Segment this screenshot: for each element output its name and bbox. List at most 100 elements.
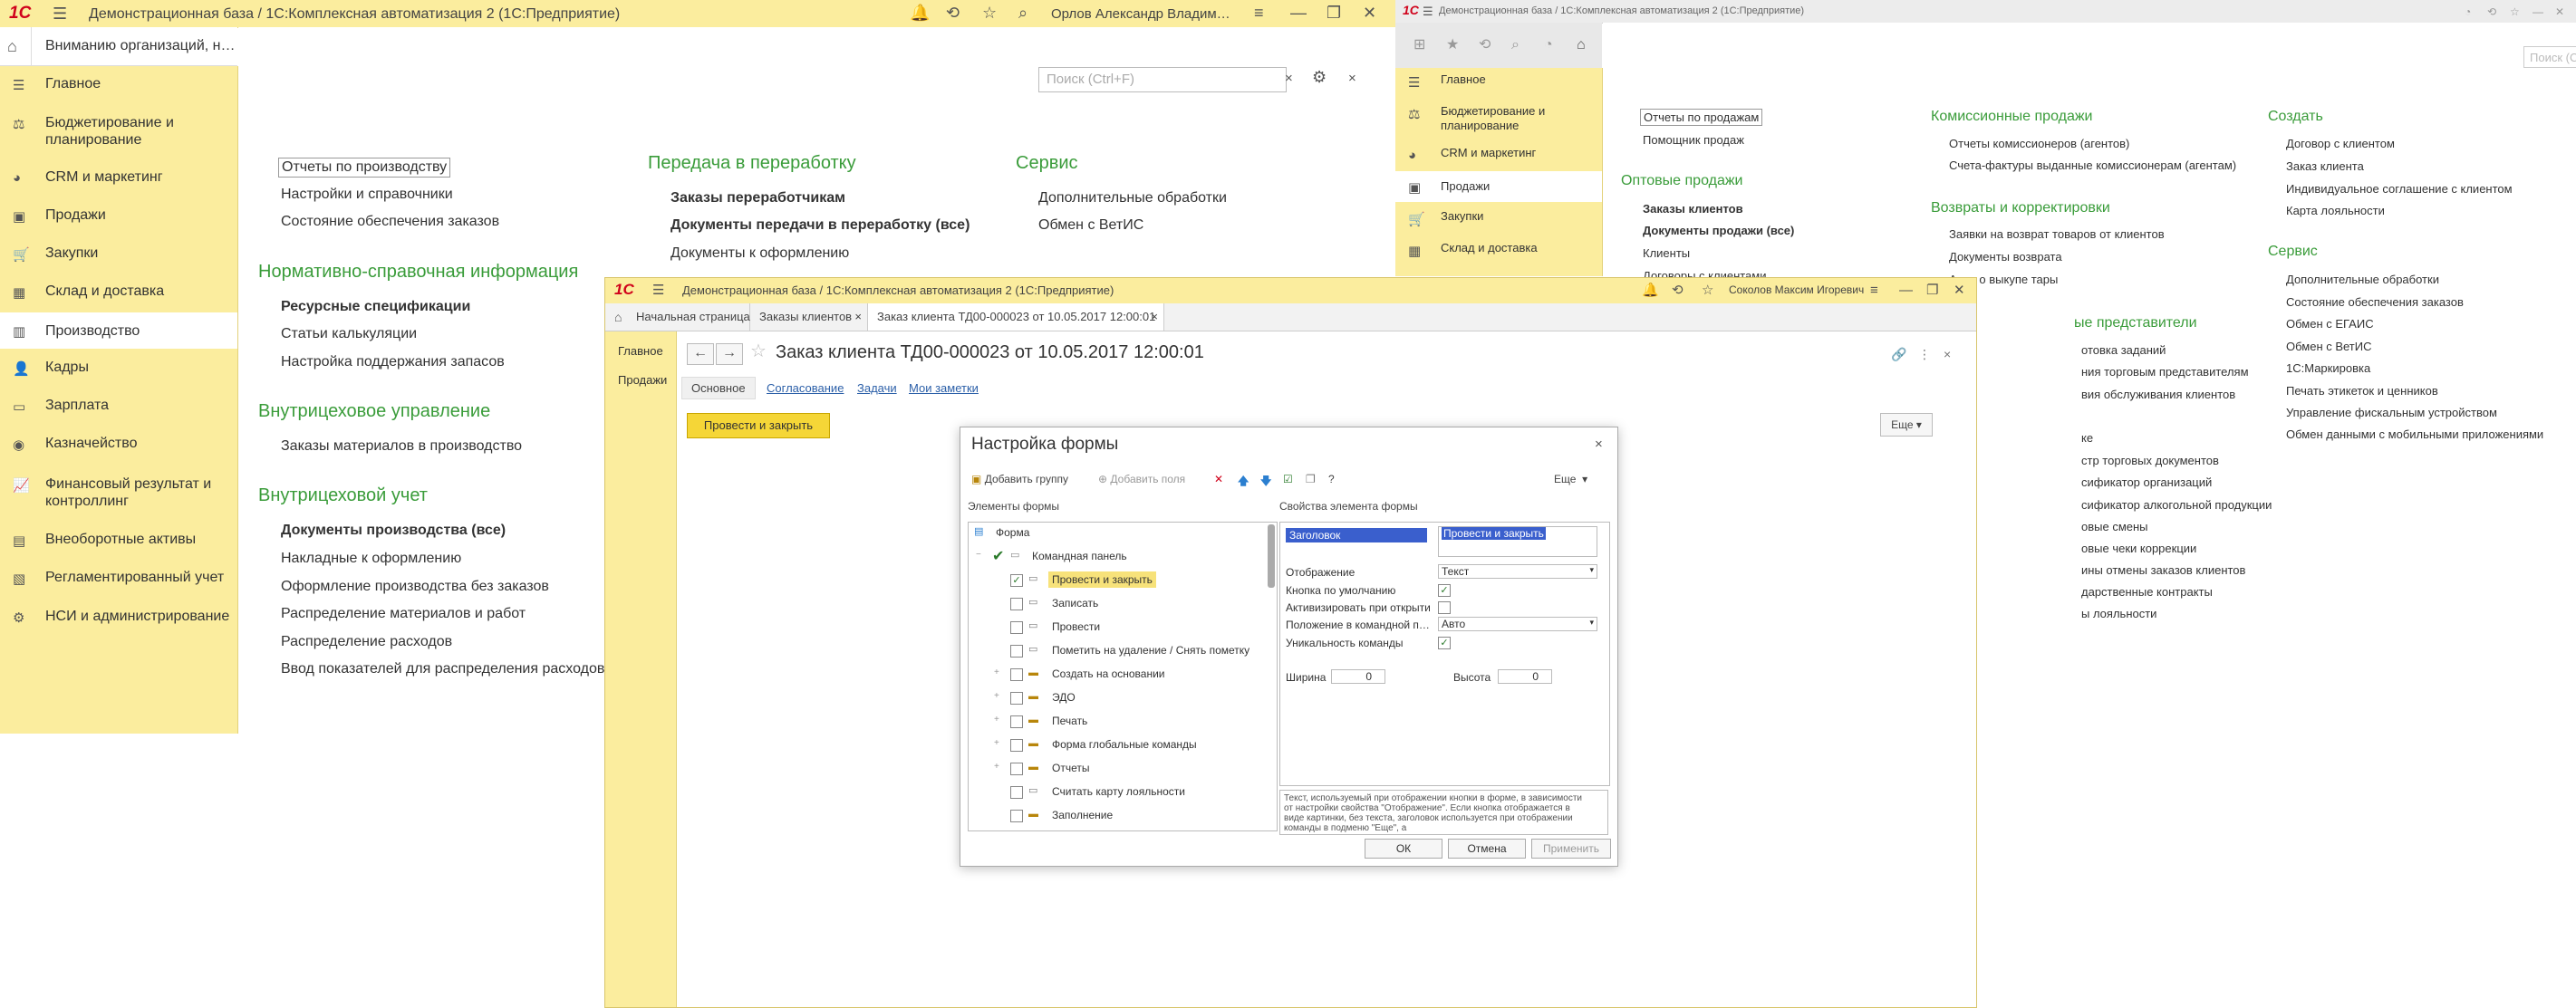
checkbox[interactable] bbox=[1010, 715, 1023, 728]
tree-row[interactable]: ▭ Считать карту лояльности bbox=[969, 782, 1259, 803]
star-icon[interactable]: ☆ bbox=[750, 342, 767, 360]
link-commission-invoices[interactable]: Счета-фактуры выданные комиссионерам (аг… bbox=[1949, 158, 2236, 172]
tree-row[interactable]: ▬ Заполнение bbox=[969, 805, 1259, 827]
back-button[interactable]: ← bbox=[687, 343, 714, 365]
home-button[interactable]: ⌂ bbox=[0, 27, 32, 65]
close-icon[interactable]: ✕ bbox=[1363, 5, 1376, 21]
link-transfer-docs[interactable]: Документы передачи в переработку (все) bbox=[671, 217, 970, 234]
tab-client-order[interactable]: Заказ клиента ТД00-000023 от 10.05.2017 … bbox=[868, 303, 1164, 331]
checkbox[interactable] bbox=[1010, 692, 1023, 705]
sidebar-item-accounting[interactable]: ▧ Регламентированный учет bbox=[0, 569, 237, 589]
sidebar-item-budget[interactable]: ⚖ Бюджетирование и планирование bbox=[0, 114, 237, 150]
sidebar-item-sales[interactable]: ▣ Продажи bbox=[1395, 171, 1602, 202]
minimize-icon[interactable]: — bbox=[1899, 283, 1913, 299]
tree-row[interactable]: ▭ Провести bbox=[969, 617, 1259, 638]
link-fiscal-device[interactable]: Управление фискальным устройством bbox=[2286, 406, 2497, 419]
bell-icon[interactable]: ◔ bbox=[1544, 37, 1553, 53]
link-partial[interactable]: ины отмены заказов клиентов bbox=[2081, 563, 2245, 577]
tree-row[interactable]: ▤ Форма bbox=[969, 523, 1259, 544]
gear-icon[interactable]: ⚙ bbox=[1312, 69, 1327, 85]
link-partial[interactable]: сификатор алкогольной продукции bbox=[2081, 498, 2272, 512]
sidebar-item-warehouse[interactable]: ▦ Склад и доставка bbox=[0, 283, 237, 302]
search-icon[interactable]: ⌕ bbox=[1511, 37, 1520, 53]
search-input[interactable]: Поиск (Ctrl+F) bbox=[2523, 46, 2576, 68]
link-distribution-expenses[interactable]: Распределение расходов bbox=[281, 634, 452, 650]
sidebar-item-assets[interactable]: ▤ Внеоборотные активы bbox=[0, 531, 237, 551]
sidebar-item-admin[interactable]: ⚙ НСИ и администрирование bbox=[0, 608, 237, 644]
link-order-supply[interactable]: Состояние обеспечения заказов bbox=[281, 214, 499, 230]
star-icon[interactable]: ☆ bbox=[1702, 283, 1713, 299]
height-input[interactable]: 0 bbox=[1498, 669, 1552, 684]
link-additional-processing[interactable]: Дополнительные обработки bbox=[1038, 190, 1227, 206]
minimize-icon[interactable]: — bbox=[1290, 5, 1307, 21]
sidebar-item-main[interactable]: Главное bbox=[618, 344, 663, 358]
menu-icon[interactable]: ☰ bbox=[1423, 4, 1433, 20]
link-costing-items[interactable]: Статьи калькуляции bbox=[281, 326, 417, 342]
move-up-icon[interactable]: 🡅 bbox=[1238, 473, 1249, 492]
sidebar-item-budget[interactable]: ⚖ Бюджетирование и планирование bbox=[1395, 104, 1602, 137]
move-down-icon[interactable]: 🡇 bbox=[1260, 473, 1271, 492]
checkbox[interactable]: ✓ bbox=[1010, 574, 1023, 587]
link-create-contract[interactable]: Договор с клиентом bbox=[2286, 137, 2395, 150]
link-partial[interactable]: стр торговых документов bbox=[2081, 454, 2219, 467]
maximize-icon[interactable]: ❐ bbox=[1926, 283, 1938, 299]
link-partial[interactable]: овые смены bbox=[2081, 520, 2148, 533]
sidebar-item-purchases[interactable]: 🛒 Закупки bbox=[1395, 209, 1602, 229]
sidebar-item-sales[interactable]: Продажи bbox=[618, 373, 667, 387]
forward-button[interactable]: → bbox=[716, 343, 743, 365]
close-icon[interactable]: ✕ bbox=[1954, 283, 1965, 299]
sidebar-item-main[interactable]: ☰ Главное bbox=[1395, 72, 1602, 92]
link-production-docs[interactable]: Документы производства (все) bbox=[281, 523, 506, 539]
position-select[interactable]: Авто ▾ bbox=[1438, 617, 1597, 631]
apply-button[interactable]: Применить bbox=[1531, 839, 1611, 859]
tree-row[interactable]: + ▬ Отчеты bbox=[969, 758, 1259, 780]
sidebar-item-sales[interactable]: ▣ Продажи bbox=[0, 206, 237, 226]
star-icon[interactable]: ★ bbox=[1446, 37, 1459, 53]
link-sales-docs[interactable]: Документы продажи (все) bbox=[1643, 224, 1794, 237]
check-all-icon[interactable]: ☑ bbox=[1283, 473, 1293, 485]
tree-row[interactable]: ▭ Записать bbox=[969, 593, 1259, 615]
sidebar-item-production[interactable]: ▥ Производство bbox=[0, 312, 237, 349]
sidebar-item-crm[interactable]: ◕ CRM и маркетинг bbox=[1395, 146, 1602, 166]
link-marking[interactable]: 1С:Маркировка bbox=[2286, 361, 2370, 375]
checkbox[interactable] bbox=[1010, 598, 1023, 610]
display-select[interactable]: Текст ▾ bbox=[1438, 564, 1597, 579]
add-group-button[interactable]: ▣ Добавить группу bbox=[971, 473, 1068, 485]
checkbox[interactable] bbox=[1010, 739, 1023, 752]
sidebar-item-finance[interactable]: 📈 Финансовый результат и контроллинг bbox=[0, 475, 237, 512]
sidebar-item-purchases[interactable]: 🛒 Закупки bbox=[0, 245, 237, 264]
post-and-close-button[interactable]: Провести и закрыть bbox=[687, 413, 830, 438]
link-processor-orders[interactable]: Заказы переработчикам bbox=[671, 190, 845, 206]
link-mobile-exchange[interactable]: Обмен данными с мобильными приложениями bbox=[2286, 427, 2543, 441]
history-icon[interactable]: ⟲ bbox=[1672, 283, 1684, 299]
link-clients[interactable]: Клиенты bbox=[1643, 246, 1690, 260]
link-partial[interactable]: вия обслуживания клиентов bbox=[2081, 388, 2235, 401]
link-icon[interactable]: 🔗 bbox=[1891, 346, 1906, 362]
tab-close-icon[interactable]: × bbox=[1151, 310, 1158, 323]
star-icon[interactable]: ☆ bbox=[2510, 4, 2520, 20]
checkbox[interactable] bbox=[1010, 645, 1023, 658]
link-material-orders[interactable]: Заказы материалов в производство bbox=[281, 438, 522, 455]
link-price-labels[interactable]: Печать этикеток и ценников bbox=[2286, 384, 2438, 398]
link-client-orders[interactable]: Заказы клиентов bbox=[1643, 202, 1743, 216]
search-icon[interactable]: ⌕ bbox=[1018, 5, 1028, 21]
close-icon[interactable]: ✕ bbox=[2555, 4, 2564, 20]
link-create-order[interactable]: Заказ клиента bbox=[2286, 159, 2364, 173]
link-return-requests[interactable]: Заявки на возврат товаров от клиентов bbox=[1949, 227, 2165, 241]
link-partial[interactable]: ке bbox=[2081, 431, 2093, 445]
history-icon[interactable]: ⟲ bbox=[946, 5, 960, 21]
link-additional-processing[interactable]: Дополнительные обработки bbox=[2286, 273, 2439, 286]
link-partial[interactable]: отовка заданий bbox=[2081, 343, 2166, 357]
menu-icon[interactable]: ☰ bbox=[652, 283, 664, 299]
settings-menu-icon[interactable]: ≡ bbox=[1254, 5, 1264, 21]
link-production-reports[interactable]: Отчеты по производству bbox=[278, 158, 451, 178]
sidebar-item-crm[interactable]: ◕ CRM и маркетинг bbox=[0, 168, 237, 188]
checkbox[interactable] bbox=[1010, 621, 1023, 634]
unique-checkbox[interactable]: ✓ bbox=[1438, 637, 1451, 649]
tab-close-icon[interactable]: × bbox=[854, 310, 862, 323]
more-vertical-icon[interactable]: ⋮ bbox=[1918, 346, 1931, 362]
cancel-button[interactable]: Отмена bbox=[1448, 839, 1526, 859]
title-input[interactable]: Провести и закрыть bbox=[1438, 526, 1597, 557]
star-icon[interactable]: ☆ bbox=[982, 5, 997, 21]
activate-checkbox[interactable] bbox=[1438, 601, 1451, 614]
